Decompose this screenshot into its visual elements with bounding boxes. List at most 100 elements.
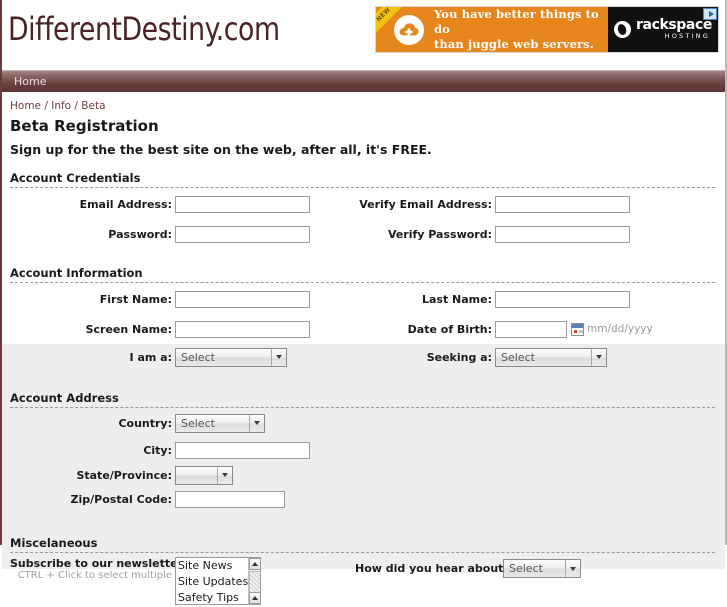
section-divider: [10, 407, 715, 408]
form-row-names: First Name: Last Name:: [10, 285, 715, 313]
field-i-am-a: I am a: Select: [10, 347, 355, 367]
rackspace-brand-name: rackspace: [636, 17, 712, 33]
section-title-miscellaneous: Miscelaneous: [10, 536, 98, 550]
field-first-name: First Name:: [10, 290, 355, 308]
form-row-misc: Subscribe to our newsletters: CTRL + Cli…: [10, 557, 715, 607]
field-verify-email: Verify Email Address:: [355, 195, 685, 213]
label-date-of-birth: Date of Birth:: [407, 322, 492, 336]
section-divider: [10, 282, 715, 283]
adchoices-icon[interactable]: [703, 8, 717, 20]
field-last-name: Last Name:: [355, 290, 685, 308]
zip-input[interactable]: [175, 490, 285, 508]
field-city: City:: [10, 441, 355, 459]
scrollbar-thumb[interactable]: [249, 571, 260, 593]
label-first-name: First Name:: [99, 292, 172, 306]
form-row-password: Password: Verify Password:: [10, 220, 715, 248]
calendar-icon[interactable]: [571, 322, 584, 336]
seeking-a-select[interactable]: Select: [495, 347, 607, 367]
country-select[interactable]: Select: [175, 413, 265, 433]
section-account-information: Account Information First Name: Last Nam…: [10, 262, 715, 369]
page-title: Beta Registration: [10, 117, 159, 135]
page-subtitle: Sign up for the the best site on the web…: [10, 142, 432, 157]
form-row-gender: I am a: Select Seeking a: Select: [10, 345, 715, 369]
verify-password-input[interactable]: [495, 225, 630, 243]
newsletter-label-group: Subscribe to our newsletters: CTRL + Cli…: [10, 557, 194, 581]
newsletter-multiselect[interactable]: Site News Site Updates Safety Tips: [175, 557, 261, 605]
city-input[interactable]: [175, 441, 310, 459]
field-state: State/Province:: [10, 465, 355, 485]
label-last-name: Last Name:: [421, 292, 492, 306]
section-title-credentials: Account Credentials: [10, 171, 141, 185]
last-name-input[interactable]: [495, 290, 630, 308]
country-select-value: Select: [181, 416, 215, 430]
listbox-scrollbar[interactable]: [248, 558, 260, 604]
rackspace-wordmark: rackspace HOSTING: [636, 18, 712, 41]
label-email: Email Address:: [79, 197, 172, 211]
field-referral: How did you hear about us: Select: [355, 557, 685, 578]
scroll-down-icon[interactable]: [249, 592, 260, 604]
referral-select[interactable]: Select: [503, 559, 581, 578]
password-input[interactable]: [175, 225, 310, 243]
breadcrumb[interactable]: Home / Info / Beta: [2, 92, 725, 112]
email-input[interactable]: [175, 195, 310, 213]
first-name-input[interactable]: [175, 290, 310, 308]
referral-select-value: Select: [509, 562, 543, 575]
advertisement-banner[interactable]: NEW You have better things to do than ju…: [375, 6, 719, 53]
section-divider: [10, 552, 715, 553]
newsletter-hint: CTRL + Click to select multiple: [17, 570, 172, 581]
scroll-up-icon[interactable]: [249, 558, 260, 570]
screen-name-input[interactable]: [175, 320, 310, 338]
form-row-country: Country: Select: [10, 410, 715, 436]
field-date-of-birth: Date of Birth: mm/dd/yyyy: [355, 320, 685, 338]
verify-email-input[interactable]: [495, 195, 630, 213]
chevron-down-icon[interactable]: [565, 560, 580, 577]
label-screen-name: Screen Name:: [85, 322, 172, 336]
chevron-down-icon[interactable]: [217, 466, 232, 484]
page-root: DifferentDestiny.com NEW You have better…: [0, 0, 727, 607]
site-logo[interactable]: DifferentDestiny.com: [8, 10, 280, 48]
seeking-a-select-value: Select: [501, 350, 535, 364]
form-row-state: State/Province:: [10, 464, 715, 486]
chevron-down-icon[interactable]: [249, 414, 264, 432]
label-newsletters: Subscribe to our newsletters:: [10, 557, 194, 570]
section-miscellaneous: Miscelaneous Subscribe to our newsletter…: [10, 532, 715, 607]
ad-headline: You have better things to do than juggle…: [434, 7, 608, 52]
label-referral: How did you hear about us:: [355, 562, 527, 575]
form-row-city: City:: [10, 438, 715, 462]
label-seeking-a: Seeking a:: [426, 350, 492, 364]
ad-headline-line-2: than juggle web servers.: [434, 37, 594, 51]
form-row-email: Email Address: Verify Email Address:: [10, 190, 715, 218]
page-content: Home / Info / Beta Beta Registration Sig…: [2, 92, 725, 607]
label-city: City:: [143, 443, 172, 457]
rackspace-brand-sub: HOSTING: [664, 32, 710, 40]
main-navigation: Home: [2, 70, 725, 92]
field-country: Country: Select: [10, 413, 355, 433]
ad-headline-line-1: You have better things to do: [434, 7, 599, 36]
cloud-plus-glyph: [399, 22, 419, 36]
label-zip: Zip/Postal Code:: [70, 492, 172, 506]
form-row-screenname-dob: Screen Name: Date of Birth: mm/dd/yyyy: [10, 315, 715, 343]
section-title-information: Account Information: [10, 266, 143, 280]
form-row-zip: Zip/Postal Code:: [10, 488, 715, 510]
chevron-down-icon[interactable]: [591, 348, 606, 366]
date-of-birth-input[interactable]: [495, 320, 567, 338]
field-newsletters: Subscribe to our newsletters: CTRL + Cli…: [10, 557, 355, 605]
section-account-credentials: Account Credentials Email Address: Verif…: [10, 167, 715, 248]
nav-item-home[interactable]: Home: [2, 71, 58, 92]
field-zip: Zip/Postal Code:: [10, 490, 355, 508]
chevron-down-icon[interactable]: [271, 348, 286, 366]
state-select[interactable]: [175, 465, 233, 485]
i-am-a-select[interactable]: Select: [175, 347, 287, 367]
site-header: DifferentDestiny.com NEW You have better…: [2, 0, 725, 70]
ad-orange-panel[interactable]: NEW You have better things to do than ju…: [376, 7, 608, 52]
section-title-address: Account Address: [10, 391, 119, 405]
label-country: Country:: [118, 416, 172, 430]
rackspace-logo-mark: [614, 21, 632, 38]
field-email: Email Address:: [10, 195, 355, 213]
ad-brand-panel[interactable]: rackspace HOSTING: [608, 7, 718, 52]
cloud-plus-icon: [394, 14, 424, 45]
label-i-am-a: I am a:: [129, 350, 172, 364]
field-verify-password: Verify Password:: [355, 225, 685, 243]
field-password: Password:: [10, 225, 355, 243]
label-verify-email: Verify Email Address:: [359, 197, 492, 211]
